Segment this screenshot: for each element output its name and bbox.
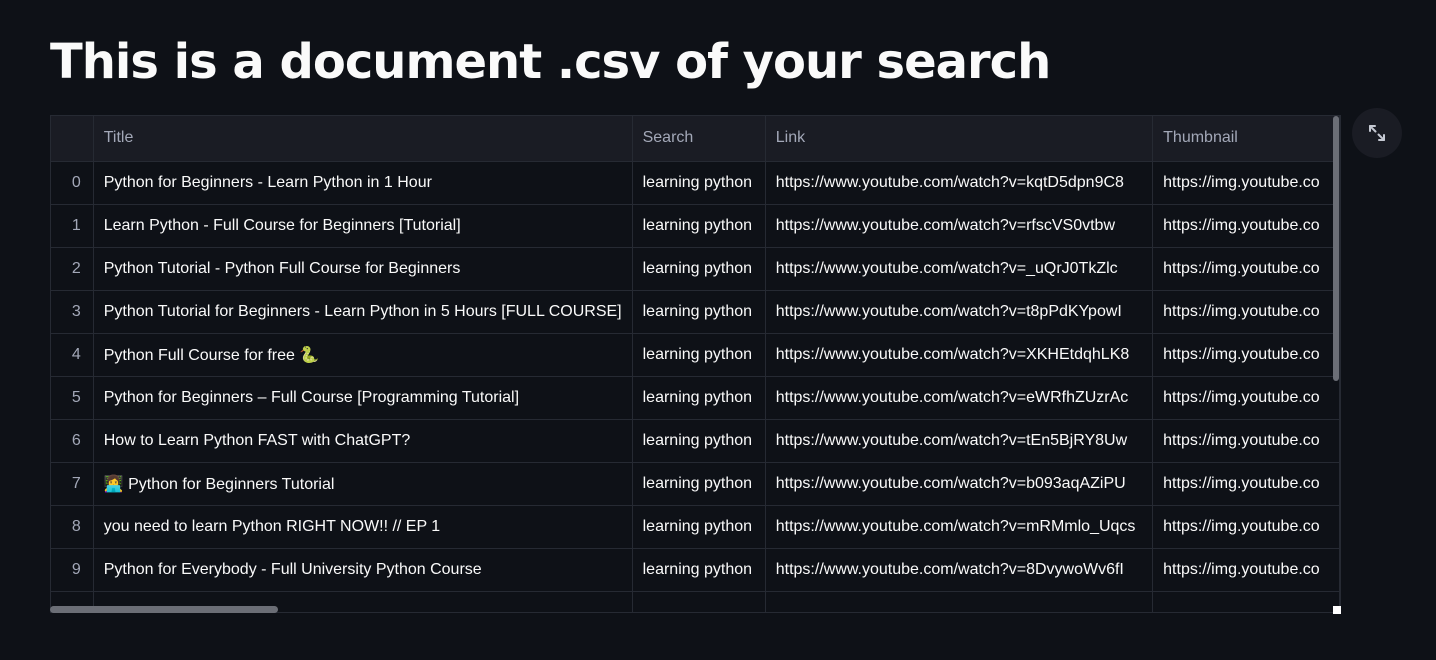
thumbnail-cell[interactable]: https://img.youtube.co <box>1152 419 1340 463</box>
search-cell[interactable]: learning python <box>632 290 766 334</box>
thumbnail-cell[interactable] <box>1152 591 1340 612</box>
vertical-scrollbar[interactable] <box>1333 116 1339 381</box>
row-index-cell: 3 <box>51 290 94 334</box>
column-header-title[interactable]: Title <box>93 116 633 162</box>
link-cell[interactable]: https://www.youtube.com/watch?v=tEn5BjRY… <box>765 419 1154 463</box>
table-row[interactable]: 7 👩‍💻 Python for Beginners Tutorial lear… <box>51 462 1340 506</box>
row-index-cell: 7 <box>51 462 94 506</box>
row-index-cell: 6 <box>51 419 94 463</box>
link-cell[interactable]: https://www.youtube.com/watch?v=XKHEtdqh… <box>765 333 1154 377</box>
title-cell[interactable]: Python Tutorial for Beginners - Learn Py… <box>93 290 633 334</box>
link-cell[interactable]: https://www.youtube.com/watch?v=t8pPdKYp… <box>765 290 1154 334</box>
thumbnail-cell[interactable]: https://img.youtube.co <box>1152 462 1340 506</box>
link-cell[interactable]: https://www.youtube.com/watch?v=mRMmlo_U… <box>765 505 1154 549</box>
title-cell[interactable]: Python for Beginners – Full Course [Prog… <box>93 376 633 420</box>
table-row[interactable]: 2 Python Tutorial - Python Full Course f… <box>51 247 1340 291</box>
search-cell[interactable]: learning python <box>632 161 766 205</box>
title-cell[interactable]: Python Full Course for free 🐍 <box>93 333 633 377</box>
row-index-cell: 0 <box>51 161 94 205</box>
search-cell[interactable]: learning python <box>632 548 766 592</box>
row-index-cell: 9 <box>51 548 94 592</box>
thumbnail-cell[interactable]: https://img.youtube.co <box>1152 333 1340 377</box>
search-cell[interactable]: learning python <box>632 376 766 420</box>
row-index-cell: 1 <box>51 204 94 248</box>
link-cell[interactable]: https://www.youtube.com/watch?v=8DvywoWv… <box>765 548 1154 592</box>
row-index-cell: 4 <box>51 333 94 377</box>
row-index-cell: 8 <box>51 505 94 549</box>
title-cell[interactable]: Python for Everybody - Full University P… <box>93 548 633 592</box>
table-row[interactable]: 6 How to Learn Python FAST with ChatGPT?… <box>51 419 1340 463</box>
title-cell[interactable]: How to Learn Python FAST with ChatGPT? <box>93 419 633 463</box>
row-index-cell: 5 <box>51 376 94 420</box>
table-row[interactable]: 1 Learn Python - Full Course for Beginne… <box>51 204 1340 248</box>
link-cell[interactable]: https://www.youtube.com/watch?v=b093aqAZ… <box>765 462 1154 506</box>
data-grid[interactable]: Title Search Link Thumbnail 0 Python for… <box>50 115 1341 613</box>
thumbnail-cell[interactable]: https://img.youtube.co <box>1152 548 1340 592</box>
column-header-index[interactable] <box>51 116 94 162</box>
search-cell[interactable]: learning python <box>632 247 766 291</box>
column-header-thumbnail[interactable]: Thumbnail <box>1152 116 1340 162</box>
title-cell[interactable]: you need to learn Python RIGHT NOW!! // … <box>93 505 633 549</box>
search-cell[interactable]: learning python <box>632 204 766 248</box>
link-cell[interactable]: https://www.youtube.com/watch?v=kqtD5dpn… <box>765 161 1154 205</box>
column-header-search[interactable]: Search <box>632 116 766 162</box>
expand-icon <box>1369 125 1385 141</box>
link-cell[interactable]: https://www.youtube.com/watch?v=_uQrJ0Tk… <box>765 247 1154 291</box>
title-cell[interactable]: 👩‍💻 Python for Beginners Tutorial <box>93 462 633 506</box>
data-table: Title Search Link Thumbnail 0 Python for… <box>51 116 1340 612</box>
table-row[interactable]: 5 Python for Beginners – Full Course [Pr… <box>51 376 1340 420</box>
page-title: This is a document .csv of your search <box>50 34 1051 90</box>
search-cell[interactable] <box>632 591 766 612</box>
table-row[interactable]: 3 Python Tutorial for Beginners - Learn … <box>51 290 1340 334</box>
scroll-corner <box>1333 606 1341 614</box>
thumbnail-cell[interactable]: https://img.youtube.co <box>1152 161 1340 205</box>
horizontal-scrollbar[interactable] <box>50 606 278 613</box>
link-cell[interactable]: https://www.youtube.com/watch?v=eWRfhZUz… <box>765 376 1154 420</box>
title-cell[interactable]: Python for Beginners - Learn Python in 1… <box>93 161 633 205</box>
table-header-row: Title Search Link Thumbnail <box>51 116 1340 162</box>
title-cell[interactable]: Python Tutorial - Python Full Course for… <box>93 247 633 291</box>
row-index-cell: 2 <box>51 247 94 291</box>
thumbnail-cell[interactable]: https://img.youtube.co <box>1152 247 1340 291</box>
search-cell[interactable]: learning python <box>632 419 766 463</box>
table-row[interactable]: 9 Python for Everybody - Full University… <box>51 548 1340 592</box>
thumbnail-cell[interactable]: https://img.youtube.co <box>1152 505 1340 549</box>
expand-button[interactable] <box>1352 108 1402 158</box>
link-cell[interactable] <box>765 591 1154 612</box>
search-cell[interactable]: learning python <box>632 462 766 506</box>
thumbnail-cell[interactable]: https://img.youtube.co <box>1152 290 1340 334</box>
table-row[interactable]: 0 Python for Beginners - Learn Python in… <box>51 161 1340 205</box>
link-cell[interactable]: https://www.youtube.com/watch?v=rfscVS0v… <box>765 204 1154 248</box>
table-row[interactable]: 4 Python Full Course for free 🐍 learning… <box>51 333 1340 377</box>
search-cell[interactable]: learning python <box>632 505 766 549</box>
table-row[interactable]: 8 you need to learn Python RIGHT NOW!! /… <box>51 505 1340 549</box>
title-cell[interactable]: Learn Python - Full Course for Beginners… <box>93 204 633 248</box>
thumbnail-cell[interactable]: https://img.youtube.co <box>1152 376 1340 420</box>
search-cell[interactable]: learning python <box>632 333 766 377</box>
column-header-link[interactable]: Link <box>765 116 1154 162</box>
thumbnail-cell[interactable]: https://img.youtube.co <box>1152 204 1340 248</box>
